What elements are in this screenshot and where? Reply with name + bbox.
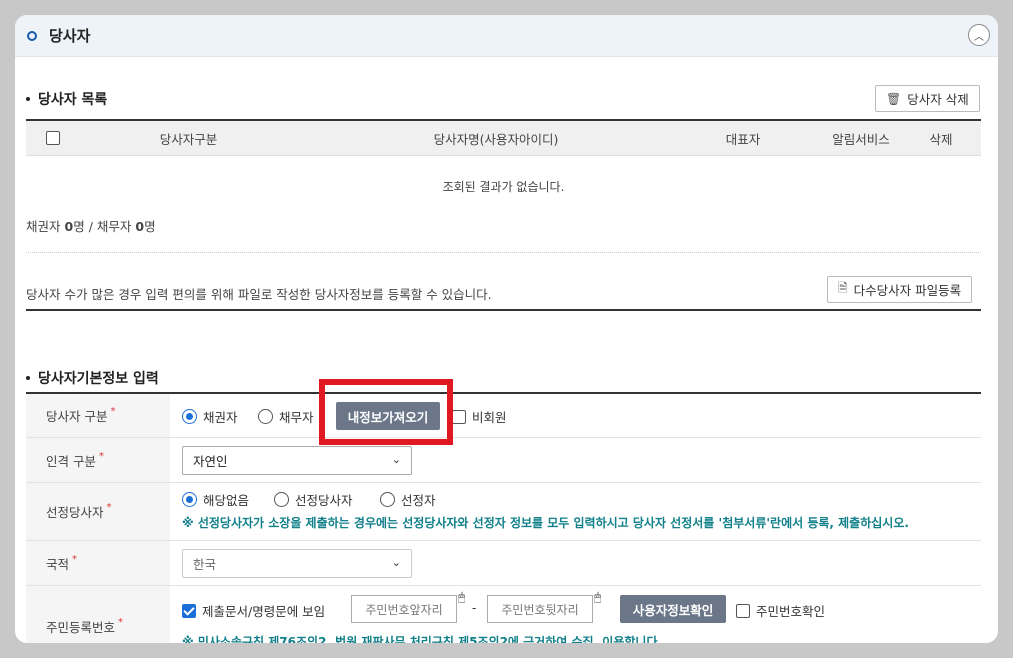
section-divider <box>26 309 981 311</box>
chevron-up-icon[interactable]: ︿ <box>968 24 990 46</box>
resident-front-input[interactable]: 주민번호앞자리 <box>351 595 457 623</box>
designated-label: 선정당사자 * <box>26 483 170 540</box>
panel-header: 당사자 ︿ <box>15 15 998 57</box>
col-notification: 알림서비스 <box>832 131 890 147</box>
row-nationality: 국적 * 한국 ⌄ <box>26 541 981 586</box>
radio-designated-party[interactable]: 선정당사자 <box>274 490 353 509</box>
radio-none[interactable]: 해당없음 <box>182 490 249 509</box>
radio-debtor[interactable]: 채무자 <box>258 407 314 426</box>
nationality-select[interactable]: 한국 ⌄ <box>182 549 412 578</box>
col-party-type: 당사자구분 <box>159 131 218 147</box>
chevron-down-icon: ⌄ <box>391 453 401 466</box>
delete-party-button[interactable]: 🗑 당사자 삭제 <box>875 85 980 112</box>
radio-designator[interactable]: 선정자 <box>380 490 436 509</box>
circle-bullet-icon <box>27 30 37 41</box>
file-add-icon: 🗎 <box>838 281 848 295</box>
show-in-docs-checkbox[interactable]: 제출문서/명령문에 보임 <box>182 601 325 620</box>
designated-note: ※ 선정당사자가 소장을 제출하는 경우에는 선정당사자와 선정자 정보를 모두… <box>182 516 909 530</box>
bullet-dot <box>26 376 30 380</box>
resident-number-label: 주민등록번호 * <box>26 586 170 643</box>
bulk-upload-button[interactable]: 🗎 다수당사자 파일등록 <box>827 276 973 303</box>
nonmember-checkbox[interactable]: 비회원 <box>452 407 507 426</box>
col-party-name: 당사자명(사용자아이디) <box>433 131 559 147</box>
highlight-box <box>319 379 453 445</box>
party-counts: 채권자 0명 / 채무자 0명 <box>26 219 156 234</box>
mouse-icon: 🖱 <box>458 590 466 604</box>
mouse-icon: 🖱 <box>594 590 602 604</box>
party-type-label: 당사자 구분 * <box>26 394 170 437</box>
empty-message: 조회된 결과가 없습니다. <box>442 180 565 194</box>
confirm-resident-checkbox[interactable]: 주민번호확인 <box>736 601 825 620</box>
chevron-down-icon: ⌄ <box>391 556 401 569</box>
person-type-select[interactable]: 자연인 ⌄ <box>182 446 412 475</box>
party-table-header: 당사자구분 당사자명(사용자아이디) 대표자 알림서비스 삭제 <box>26 119 981 156</box>
list-section-title: 당사자 목록 <box>26 89 107 109</box>
trash-icon: 🗑 <box>886 91 902 106</box>
resident-note: ※ 민사소송규칙 제76조의2, 법원 재판사무 처리규칙 제5조의2에 근거하… <box>182 635 663 643</box>
verify-user-button[interactable]: 사용자정보확인 <box>620 595 726 623</box>
form-section-title: 당사자기본정보 입력 <box>26 368 159 388</box>
dotted-divider <box>26 252 981 253</box>
panel-title: 당사자 <box>49 27 91 45</box>
radio-creditor[interactable]: 채권자 <box>182 407 238 426</box>
col-delete: 삭제 <box>929 131 953 147</box>
dash: - <box>472 601 477 615</box>
row-designated: 선정당사자 * 해당없음 선정당사자 선정자 ※ 선정당사자가 소장을 제출하는 … <box>26 483 981 541</box>
party-panel: 당사자 ︿ 당사자 목록 🗑 당사자 삭제 당사자구분 당사자명(사용자아이디)… <box>15 15 998 643</box>
person-type-label: 인격 구분 * <box>26 438 170 482</box>
resident-back-input[interactable]: 주민번호뒷자리 <box>487 595 593 623</box>
row-party-type: 당사자 구분 * 채권자 채무자 내정보가져오기 비회원 <box>26 394 981 438</box>
col-representative: 대표자 <box>725 131 761 147</box>
row-resident-number: 주민등록번호 * 제출문서/명령문에 보임 주민번호앞자리 🖱 - 주민번호뒷자리… <box>26 586 981 643</box>
nationality-label: 국적 * <box>26 541 170 585</box>
row-person-type: 인격 구분 * 자연인 ⌄ <box>26 438 981 483</box>
bullet-dot <box>26 97 30 101</box>
bulk-note: 당사자 수가 많은 경우 입력 편의를 위해 파일로 작성한 당사자정보를 등록… <box>26 287 492 302</box>
